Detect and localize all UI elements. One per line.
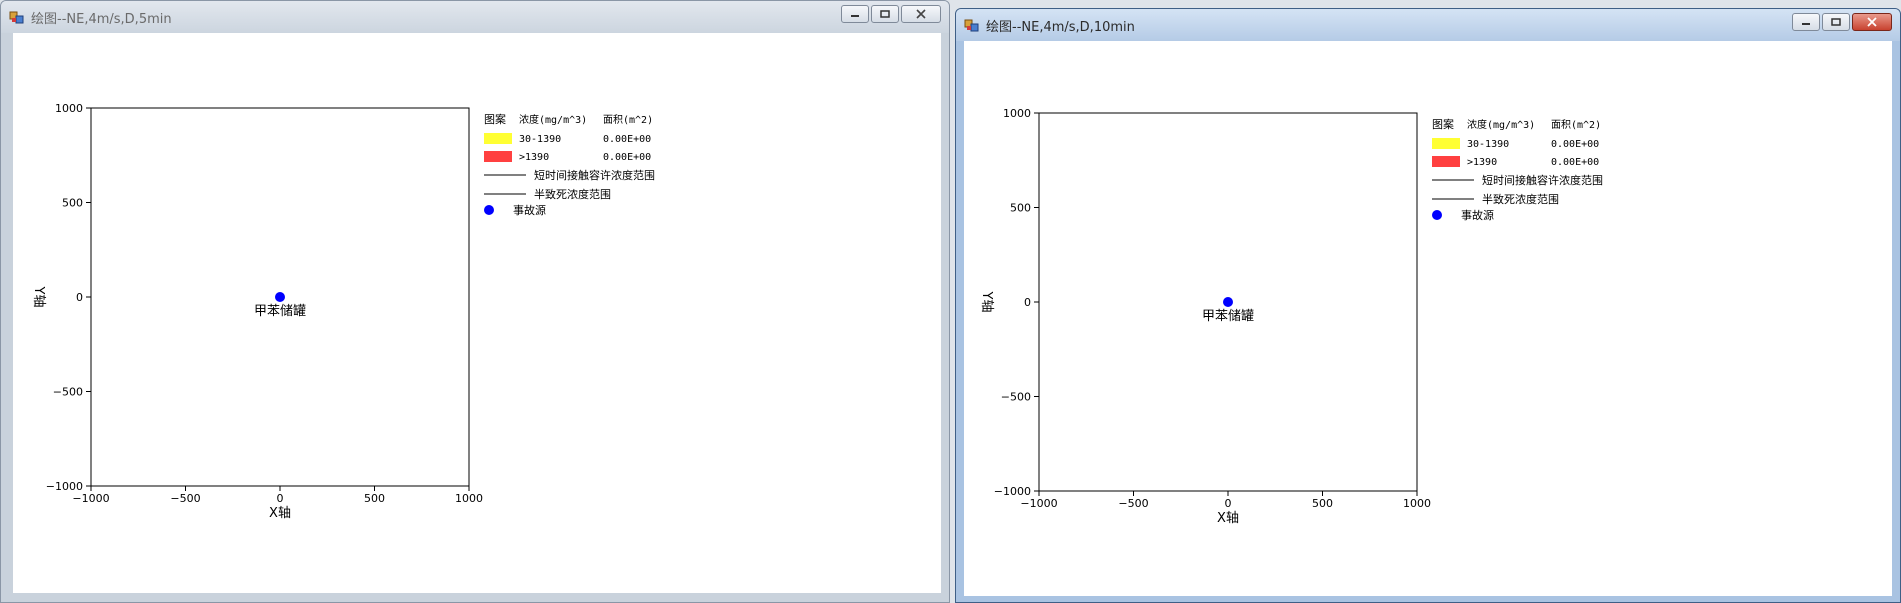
window-title: 绘图--NE,4m/s,D,5min (31, 12, 172, 27)
y-tick-label: 1000 (55, 102, 83, 115)
legend-area-1: 0.00E+00 (1551, 139, 1599, 150)
x-tick-label: 500 (1312, 497, 1333, 510)
y-tick-label: 1000 (1003, 107, 1031, 120)
legend: 图案 浓度(mg/m^3) 面积(m^2) 30-1390 0.00E+00 >… (1432, 117, 1603, 222)
minimize-icon (1802, 23, 1810, 25)
legend-range-2: >1390 (1467, 157, 1497, 168)
legend-header-pattern: 图案 (1432, 117, 1454, 131)
legend-line1-label: 短时间接触容许浓度范围 (1482, 173, 1603, 187)
y-tick-label: 500 (62, 197, 83, 210)
y-axis-ticks: 1000 500 0 −500 −1000 (994, 107, 1039, 498)
y-axis-label: Y轴 (979, 291, 994, 313)
legend-swatch-red (1432, 156, 1460, 167)
y-tick-label: −500 (1001, 391, 1031, 404)
x-tick-label: 1000 (455, 492, 483, 505)
close-icon (916, 9, 926, 19)
minimize-button[interactable] (1792, 13, 1820, 31)
accident-source-point (1223, 297, 1233, 307)
client-area: −1000 −500 0 500 1000 1000 500 0 −500 −1000 X轴 Y… (964, 41, 1892, 596)
close-icon (1867, 17, 1877, 27)
legend-source-label: 事故源 (513, 203, 546, 217)
legend-header-concentration: 浓度(mg/m^3) (1467, 118, 1535, 131)
legend: 图案 浓度(mg/m^3) 面积(m^2) 30-1390 0.00E+00 >… (484, 112, 655, 217)
legend-header-area: 面积(m^2) (603, 114, 653, 126)
legend-range-1: 30-1390 (1467, 139, 1509, 150)
legend-line1-label: 短时间接触容许浓度范围 (534, 168, 655, 182)
legend-area-2: 0.00E+00 (1551, 157, 1599, 168)
x-axis-label: X轴 (269, 506, 291, 521)
minimize-button[interactable] (841, 5, 869, 23)
y-tick-label: −500 (53, 386, 83, 399)
minimize-icon (851, 15, 859, 17)
y-axis-ticks: 1000 500 0 −500 −1000 (46, 102, 91, 493)
maximize-button[interactable] (1822, 13, 1850, 31)
x-tick-label: 1000 (1403, 497, 1431, 510)
y-tick-label: 500 (1010, 202, 1031, 215)
data-points (1223, 297, 1233, 307)
legend-swatch-yellow (484, 133, 512, 144)
legend-swatch-yellow (1432, 138, 1460, 149)
restore-icon (1831, 18, 1841, 26)
title-bar[interactable]: 绘图--NE,4m/s,D,5min (1, 1, 949, 33)
x-axis-label: X轴 (1217, 511, 1239, 526)
app-icon (964, 19, 979, 32)
legend-source-marker (484, 205, 494, 215)
y-tick-label: −1000 (46, 480, 83, 493)
x-tick-label: 500 (364, 492, 385, 505)
legend-source-label: 事故源 (1461, 208, 1494, 222)
plot-window-10min: 绘图--NE,4m/s,D,10min −1000 −500 0 500 1000 10… (955, 8, 1901, 603)
restore-icon (880, 10, 890, 18)
source-label: 甲苯储罐 (1202, 309, 1254, 324)
legend-source-marker (1432, 210, 1442, 220)
plot-window-5min: 绘图--NE,4m/s,D,5min −1000 −500 0 500 1000 100… (0, 0, 950, 603)
legend-swatch-red (484, 151, 512, 162)
window-controls (839, 5, 941, 23)
y-tick-label: 0 (1024, 296, 1031, 309)
x-tick-label: −500 (1118, 497, 1148, 510)
concentration-plot: −1000 −500 0 500 1000 1000 500 0 −500 −1000 X轴 Y… (979, 107, 1603, 526)
x-tick-label: −500 (170, 492, 200, 505)
window-title: 绘图--NE,4m/s,D,10min (986, 20, 1135, 35)
maximize-button[interactable] (871, 5, 899, 23)
y-axis-label: Y轴 (31, 286, 46, 308)
x-tick-label: 0 (277, 492, 284, 505)
source-label: 甲苯储罐 (254, 304, 306, 319)
concentration-plot: −1000 −500 0 500 1000 1000 500 0 −500 −1000 X轴 Y… (31, 102, 655, 521)
legend-header-area: 面积(m^2) (1551, 119, 1601, 131)
x-tick-label: 0 (1225, 497, 1232, 510)
legend-range-2: >1390 (519, 152, 549, 163)
app-icon (9, 11, 24, 24)
legend-header-concentration: 浓度(mg/m^3) (519, 113, 587, 126)
legend-header-pattern: 图案 (484, 112, 506, 126)
y-tick-label: 0 (76, 291, 83, 304)
close-button[interactable] (1852, 13, 1892, 31)
client-area: −1000 −500 0 500 1000 1000 500 0 −500 −1000 X轴 Y… (13, 33, 941, 593)
legend-range-1: 30-1390 (519, 134, 561, 145)
x-axis-ticks: −1000 −500 0 500 1000 (1020, 491, 1431, 510)
x-axis-ticks: −1000 −500 0 500 1000 (72, 486, 483, 505)
legend-line2-label: 半致死浓度范围 (1482, 192, 1559, 206)
legend-area-2: 0.00E+00 (603, 152, 651, 163)
close-button[interactable] (901, 5, 941, 23)
accident-source-point (275, 292, 285, 302)
window-controls (1790, 13, 1892, 31)
legend-area-1: 0.00E+00 (603, 134, 651, 145)
data-points (275, 292, 285, 302)
x-tick-label: −1000 (72, 492, 109, 505)
x-tick-label: −1000 (1020, 497, 1057, 510)
legend-line2-label: 半致死浓度范围 (534, 187, 611, 201)
title-bar[interactable]: 绘图--NE,4m/s,D,10min (956, 9, 1900, 41)
y-tick-label: −1000 (994, 485, 1031, 498)
